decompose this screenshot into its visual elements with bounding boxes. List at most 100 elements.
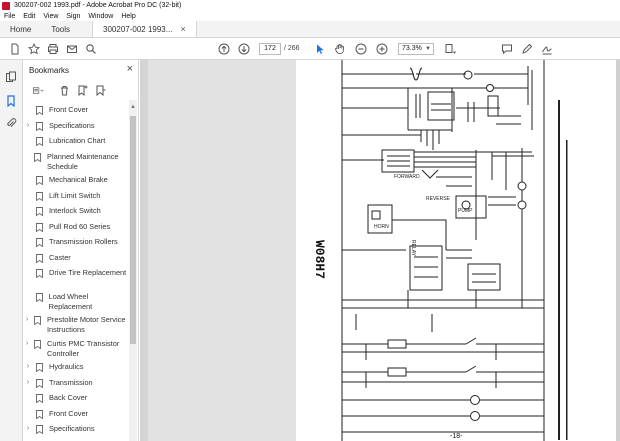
menu-edit[interactable]: Edit [23,13,35,20]
zoom-out-icon[interactable] [354,42,368,56]
bookmark-item[interactable]: Planned Maintenance Schedule [23,152,131,172]
bookmarks-toolbar [23,80,139,100]
bookmark-options-icon[interactable] [29,83,47,97]
zoom-in-icon[interactable] [375,42,389,56]
zoom-level-select[interactable]: 73.3% ▼ [398,43,434,55]
bookmark-item[interactable]: Mechanical Brake [23,175,131,185]
chevron-right-icon[interactable]: › [23,121,33,131]
tag-bookmark-icon[interactable] [93,83,107,97]
bookmark-label: Lubrication Chart [49,136,106,145]
bookmark-item[interactable]: Interlock Switch [23,206,131,216]
menu-view[interactable]: View [43,13,58,20]
bookmark-item[interactable]: › Specifications [23,424,131,434]
chevron-right-icon[interactable]: › [23,315,31,325]
bookmark-item[interactable]: › Hydraulics [23,362,131,372]
bookmarks-scrollbar[interactable]: ▲ [129,100,137,441]
tab-tools[interactable]: Tools [41,21,80,37]
bookmark-item[interactable]: › Transmission [23,378,131,388]
chevron-right-icon[interactable]: › [23,362,33,372]
scroll-up-icon[interactable]: ▲ [130,104,136,110]
page-footer-number: -18- [450,433,463,440]
bookmark-star-icon[interactable] [27,42,41,56]
search-icon[interactable] [84,42,98,56]
new-file-icon[interactable] [8,42,22,56]
tab-document[interactable]: 300207-002 1993... × [92,21,197,37]
bookmark-icon [34,339,41,349]
bookmark-icon [36,176,43,185]
document-viewer[interactable]: RELAY FORWARD REVERSE PUMP HORN W08H7 -1… [140,60,620,441]
bookmark-item[interactable]: Back Cover [23,393,131,403]
next-page-icon[interactable] [237,42,251,56]
bookmark-item[interactable]: › Specifications [23,121,131,131]
attachments-icon[interactable] [4,116,18,130]
bookmark-item[interactable]: › Curtis PMC Transistor Controller [23,339,131,359]
bookmarks-panel: Bookmarks × Front Cover › Specifications Lu… [23,60,139,441]
bookmark-list: Front Cover › Specifications Lubrication Ch… [23,105,131,441]
bookmark-label: Prestolite Motor Service Instructions [47,315,126,334]
bookmark-item[interactable]: Front Cover [23,105,131,115]
bookmark-item[interactable]: Pull Rod 60 Series [23,222,131,232]
bookmark-label: Load Wheel Replacement [48,291,93,311]
menu-help[interactable]: Help [121,13,135,20]
comment-icon[interactable] [500,42,514,56]
pointer-icon[interactable] [313,42,327,56]
new-bookmark-icon[interactable] [75,83,89,97]
page-number-input[interactable]: 172 [259,43,281,55]
tab-close-icon[interactable]: × [180,24,185,34]
chevron-down-icon: ▼ [425,46,431,52]
bookmarks-panel-icon[interactable] [4,94,18,108]
tab-bar: Home Tools 300207-002 1993... × [0,21,620,38]
menu-file[interactable]: File [4,13,15,20]
delete-icon[interactable] [57,83,71,97]
main-toolbar: 172 / 266 73.3% ▼ [0,38,620,60]
pen-icon[interactable] [520,42,534,56]
tab-home[interactable]: Home [0,21,41,37]
print-icon[interactable] [46,42,60,56]
bookmark-icon [36,106,43,115]
bookmark-item[interactable]: › Prestolite Motor Service Instructions [23,315,131,335]
sign-icon[interactable] [540,42,554,56]
bookmark-icon [36,207,43,216]
page-total: / 266 [284,45,300,52]
menu-sign[interactable]: Sign [66,13,80,20]
page-fit-icon[interactable] [443,42,457,56]
bookmark-label: Planned Maintenance Schedule [47,151,119,171]
bookmarks-header: Bookmarks × [23,60,139,80]
bookmark-icon [36,394,43,403]
bookmark-item[interactable]: Transmission Rollers [23,237,131,247]
bookmark-label: Specifications [49,424,95,433]
bookmark-label: Interlock Switch [49,206,101,215]
wiring-schematic: RELAY FORWARD REVERSE PUMP HORN W08H7 -1… [312,60,568,441]
bookmark-icon [34,152,41,162]
bookmark-item[interactable]: Front Cover [23,409,131,419]
acrobat-app-icon [2,1,10,10]
horn-label: HORN [374,224,389,230]
prev-page-icon[interactable] [217,42,231,56]
chevron-right-icon[interactable]: › [23,378,33,388]
close-icon[interactable]: × [127,63,133,75]
hand-icon[interactable] [333,42,347,56]
bookmarks-title: Bookmarks [29,66,70,75]
bookmark-label: Drive Tire Replacement [49,268,127,277]
bookmark-item[interactable]: Drive Tire Replacement [23,268,131,278]
chevron-right-icon[interactable]: › [23,339,31,349]
bookmark-icon [36,269,43,278]
scrollbar-thumb[interactable] [130,116,136,344]
bookmark-item[interactable]: Lift Limit Switch [23,191,131,201]
bookmark-label: Front Cover [49,408,89,418]
bookmark-label: Curtis PMC Transistor Controller [47,338,120,358]
bookmark-label: Specifications [49,120,95,130]
pdf-page[interactable]: RELAY FORWARD REVERSE PUMP HORN W08H7 -1… [296,60,620,441]
bookmark-item[interactable]: Caster [23,253,131,263]
viewer-background [148,60,296,441]
bookmark-icon [36,222,43,232]
viewer-scrollbar[interactable] [616,60,620,441]
mail-icon[interactable] [65,42,79,56]
bookmark-item[interactable]: Load Wheel Replacement [23,292,131,312]
menu-window[interactable]: Window [88,13,113,20]
page-thumbnails-icon[interactable] [4,70,18,84]
bookmark-icon [34,316,41,325]
bookmark-item[interactable]: Lubrication Chart [23,136,131,146]
bookmark-icon [36,137,43,146]
chevron-right-icon[interactable]: › [23,424,33,434]
